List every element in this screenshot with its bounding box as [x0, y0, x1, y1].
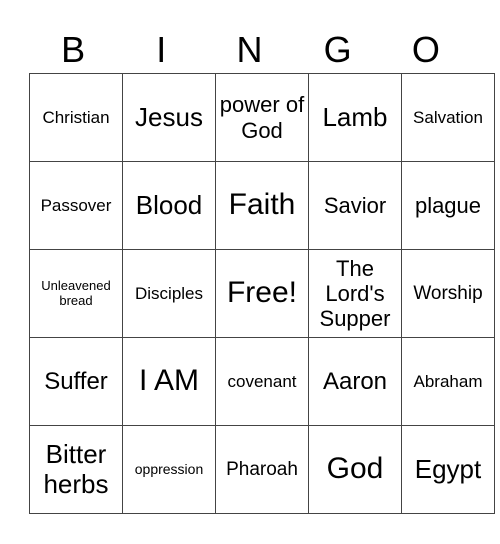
bingo-cell[interactable]: Unleavened bread [29, 249, 123, 338]
grid-row: Suffer I AM covenant Aaron Abraham [29, 337, 495, 426]
bingo-cell[interactable]: Salvation [401, 73, 495, 162]
bingo-cell[interactable]: Suffer [29, 337, 123, 426]
grid-row: Bitter herbs oppression Pharoah God Egyp… [29, 425, 495, 514]
bingo-cell[interactable]: Abraham [401, 337, 495, 426]
header-letter-g: G [323, 29, 352, 70]
header-letter-b: B [61, 29, 86, 70]
bingo-cell[interactable]: covenant [215, 337, 309, 426]
grid-row: Passover Blood Faith Savior plague [29, 161, 495, 250]
bingo-cell[interactable]: Faith [215, 161, 309, 250]
bingo-cell[interactable]: The Lord's Supper [308, 249, 402, 338]
bingo-cell[interactable]: Passover [29, 161, 123, 250]
grid-row: Christian Jesus power of God Lamb Salvat… [29, 73, 495, 162]
header-letter-o: O [411, 29, 440, 70]
header-letter-n: N [236, 29, 263, 70]
grid-row: Unleavened bread Disciples Free! The Lor… [29, 249, 495, 338]
bingo-cell[interactable]: Egypt [401, 425, 495, 514]
bingo-cell[interactable]: Lamb [308, 73, 402, 162]
bingo-cell[interactable]: Jesus [122, 73, 216, 162]
bingo-cell[interactable]: power of God [215, 73, 309, 162]
bingo-cell[interactable]: Blood [122, 161, 216, 250]
bingo-cell[interactable]: Christian [29, 73, 123, 162]
bingo-cell[interactable]: Savior [308, 161, 402, 250]
bingo-cell[interactable]: I AM [122, 337, 216, 426]
free-space-cell[interactable]: Free! [215, 249, 309, 338]
bingo-cell[interactable]: Worship [401, 249, 495, 338]
header-letter-i: I [156, 29, 167, 70]
bingo-cell[interactable]: plague [401, 161, 495, 250]
bingo-grid: Christian Jesus power of God Lamb Salvat… [29, 73, 495, 514]
bingo-header: B I N G O [29, 30, 470, 70]
bingo-cell[interactable]: Disciples [122, 249, 216, 338]
bingo-cell[interactable]: Bitter herbs [29, 425, 123, 514]
bingo-cell[interactable]: Pharoah [215, 425, 309, 514]
bingo-cell[interactable]: God [308, 425, 402, 514]
bingo-cell[interactable]: Aaron [308, 337, 402, 426]
bingo-cell[interactable]: oppression [122, 425, 216, 514]
